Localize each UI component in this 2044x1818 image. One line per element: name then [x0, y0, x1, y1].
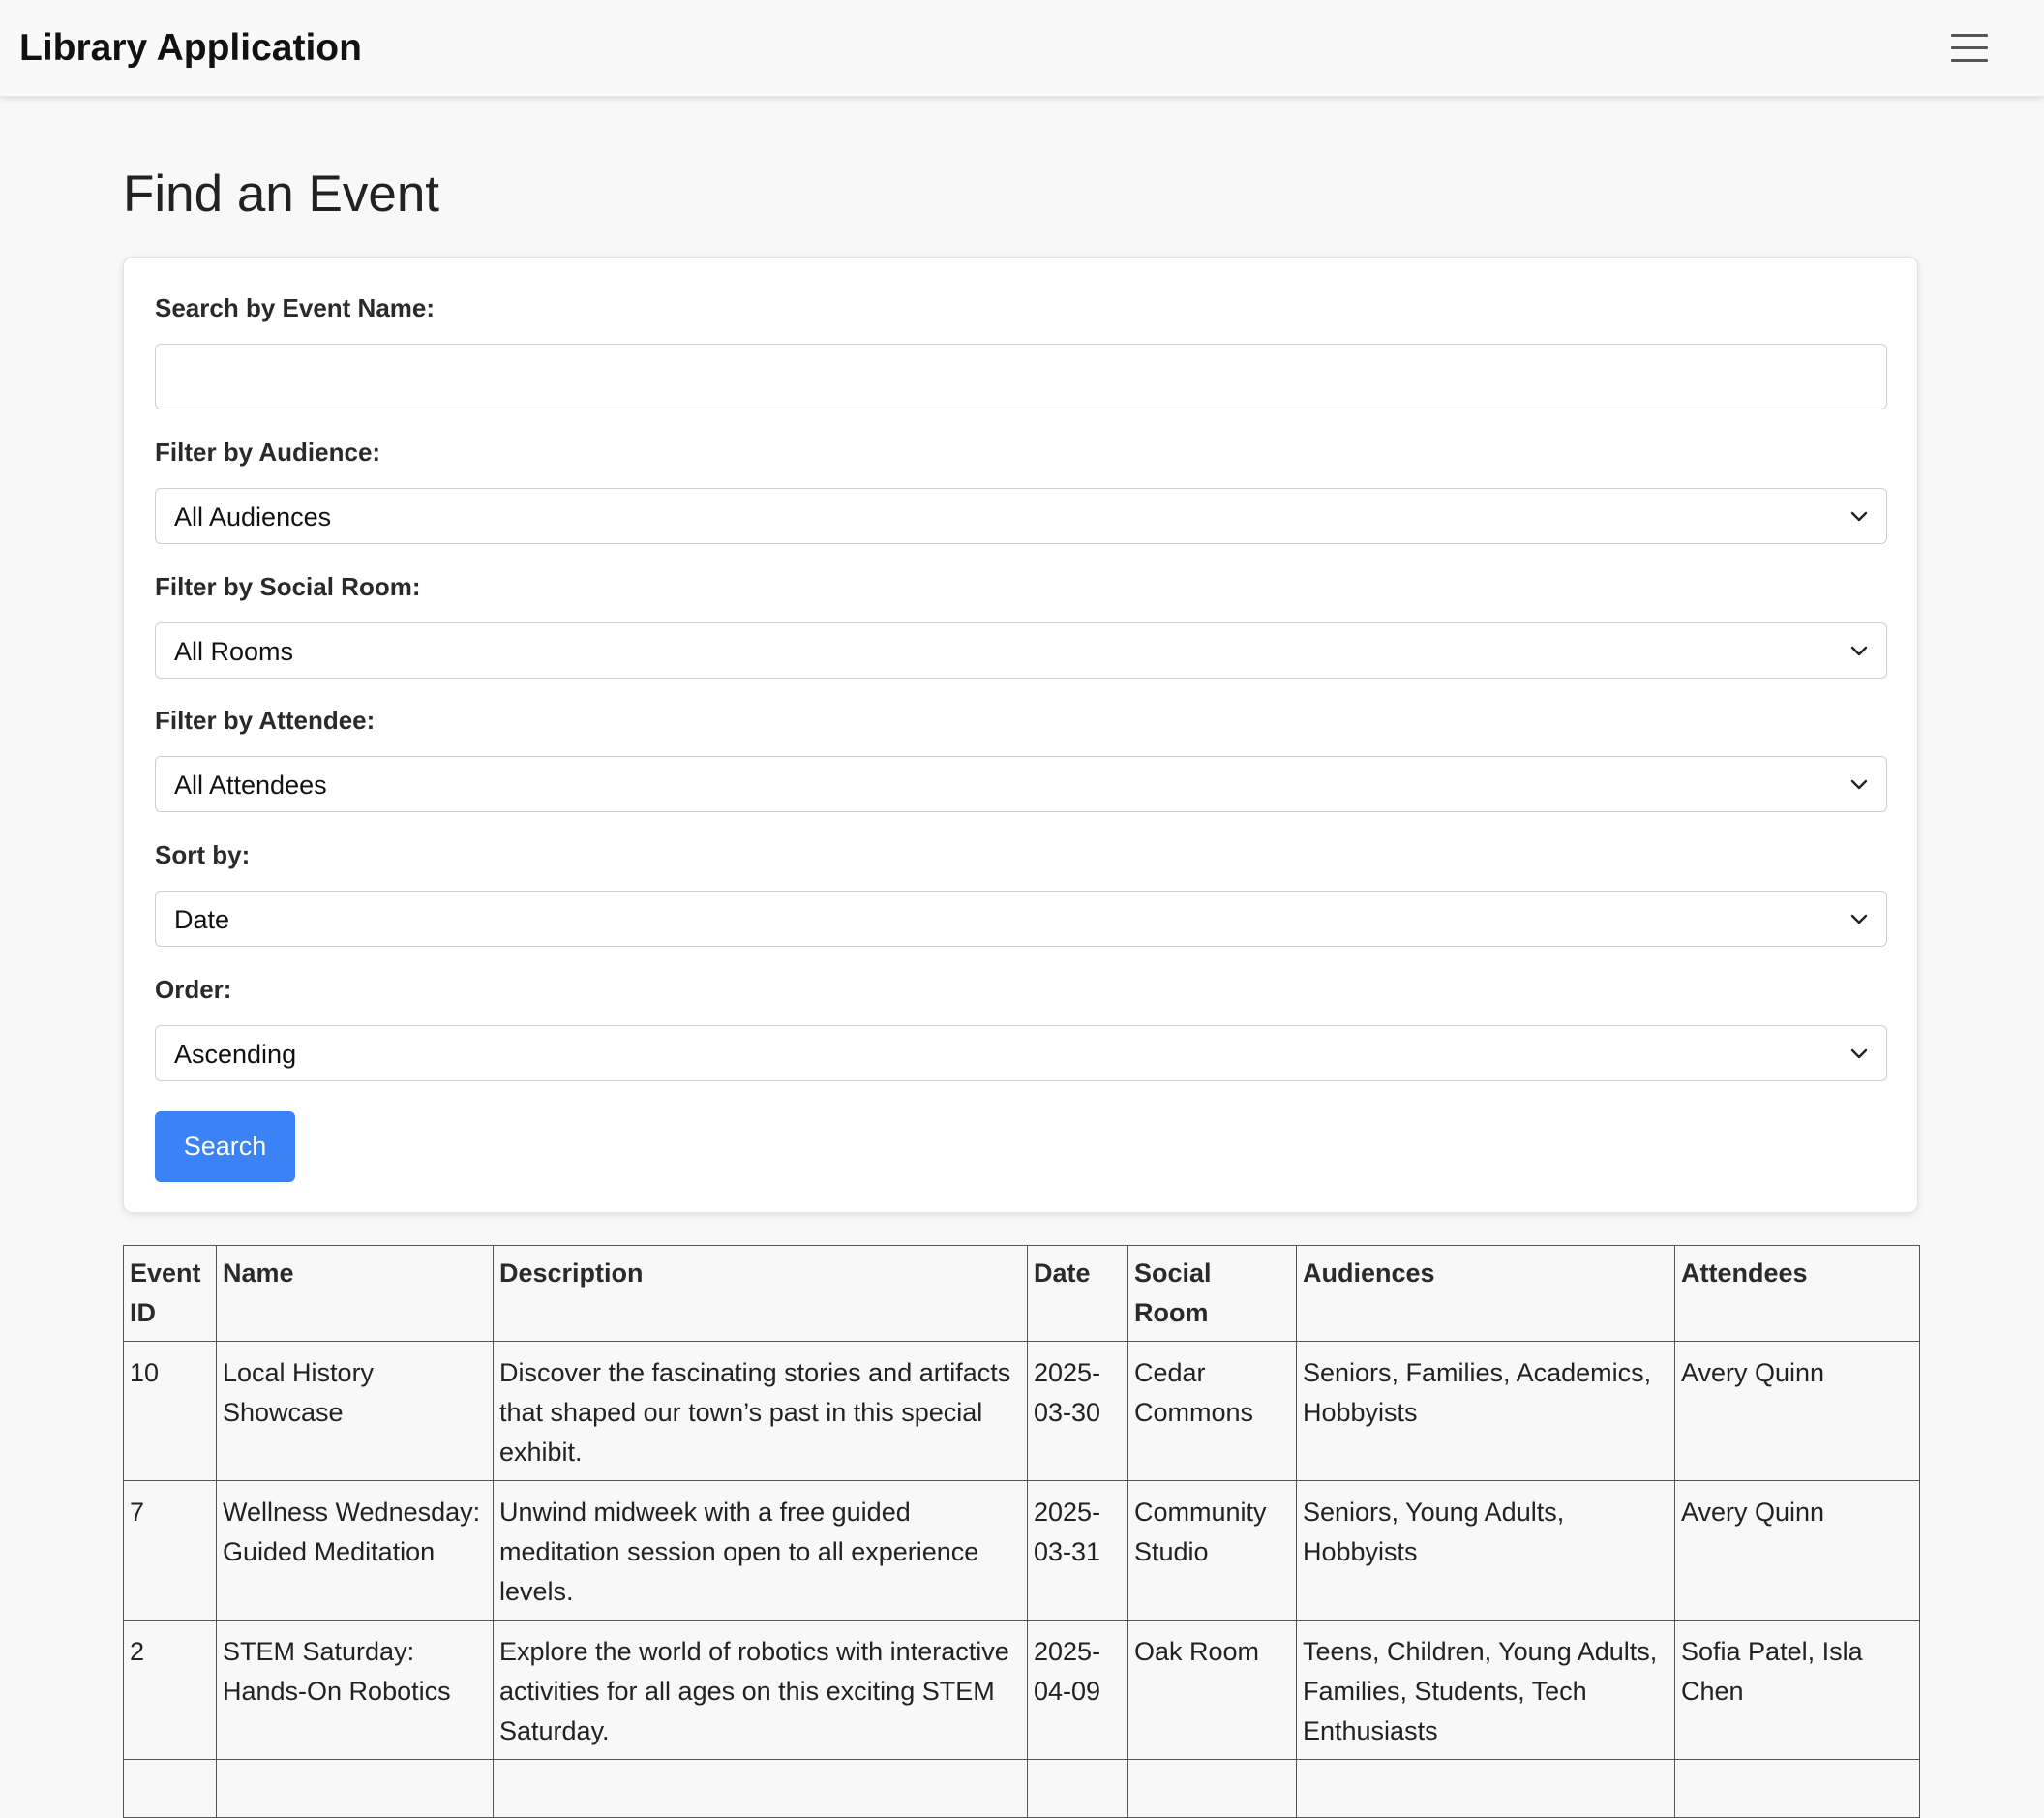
sort-by-select-value: Date [174, 905, 230, 934]
cell-event-id: 2 [123, 1620, 217, 1760]
cell-date: 2025-04-09 [1027, 1620, 1128, 1760]
cell-name: STEM Saturday: Hands-On Robotics [216, 1620, 494, 1760]
audience-select-value: All Audiences [174, 502, 332, 531]
attendee-select[interactable]: All Attendees [155, 756, 1887, 812]
cell-description: Explore the world of robotics with inter… [493, 1620, 1028, 1760]
cell-attendees: Sofia Patel, Isla Chen [1674, 1620, 1920, 1760]
table-row: 2 STEM Saturday: Hands-On Robotics Explo… [123, 1620, 1920, 1760]
cell-description [493, 1759, 1028, 1818]
table-header-row: Event ID Name Description Date Social Ro… [123, 1245, 1920, 1342]
cell-attendees: Avery Quinn [1674, 1341, 1920, 1481]
events-table: Event ID Name Description Date Social Ro… [123, 1245, 1920, 1818]
social-room-select[interactable]: All Rooms [155, 622, 1887, 679]
search-button[interactable]: Search [155, 1111, 295, 1182]
cell-audiences: Seniors, Young Adults, Hobbyists [1296, 1480, 1675, 1621]
column-header-social-room: Social Room [1127, 1245, 1297, 1342]
cell-social-room [1127, 1759, 1297, 1818]
column-header-name: Name [216, 1245, 494, 1342]
cell-attendees: Avery Quinn [1674, 1480, 1920, 1621]
order-select[interactable]: Ascending [155, 1025, 1887, 1081]
column-header-description: Description [493, 1245, 1028, 1342]
attendee-select-value: All Attendees [174, 771, 327, 800]
cell-social-room: Oak Room [1127, 1620, 1297, 1760]
chevron-down-icon [1850, 914, 1868, 924]
cell-audiences [1296, 1759, 1675, 1818]
chevron-down-icon [1850, 1048, 1868, 1059]
column-header-attendees: Attendees [1674, 1245, 1920, 1342]
cell-audiences: Teens, Children, Young Adults, Families,… [1296, 1620, 1675, 1760]
cell-name [216, 1759, 494, 1818]
cell-date: 2025-03-31 [1027, 1480, 1128, 1621]
sort-label: Sort by: [155, 840, 251, 869]
cell-audiences: Seniors, Families, Academics, Hobbyists [1296, 1341, 1675, 1481]
cell-event-id [123, 1759, 217, 1818]
order-label: Order: [155, 975, 232, 1004]
audience-select[interactable]: All Audiences [155, 488, 1887, 544]
column-header-date: Date [1027, 1245, 1128, 1342]
search-form-card: Search by Event Name: Filter by Audience… [123, 257, 1918, 1213]
cell-event-id: 10 [123, 1341, 217, 1481]
column-header-audiences: Audiences [1296, 1245, 1675, 1342]
table-row: 10 Local History Showcase Discover the f… [123, 1341, 1920, 1481]
attendee-label: Filter by Attendee: [155, 706, 376, 735]
menu-bar [1951, 34, 1988, 37]
menu-bar [1951, 46, 1988, 49]
cell-date [1027, 1759, 1128, 1818]
cell-event-id: 7 [123, 1480, 217, 1621]
sort-by-select[interactable]: Date [155, 891, 1887, 947]
page-title: Find an Event [123, 166, 440, 223]
cell-attendees [1674, 1759, 1920, 1818]
hamburger-menu-icon[interactable] [1943, 29, 1998, 68]
chevron-down-icon [1850, 779, 1868, 790]
cell-name: Local History Showcase [216, 1341, 494, 1481]
cell-description: Unwind midweek with a free guided medita… [493, 1480, 1028, 1621]
room-label: Filter by Social Room: [155, 572, 421, 601]
menu-bar [1951, 59, 1988, 62]
cell-description: Discover the fascinating stories and art… [493, 1341, 1028, 1481]
order-select-value: Ascending [174, 1040, 297, 1069]
cell-social-room: Community Studio [1127, 1480, 1297, 1621]
event-name-search-input[interactable] [155, 344, 1887, 409]
cell-social-room: Cedar Commons [1127, 1341, 1297, 1481]
column-header-event-id: Event ID [123, 1245, 217, 1342]
table-row [123, 1759, 1920, 1818]
table-row: 7 Wellness Wednesday: Guided Meditation … [123, 1480, 1920, 1621]
app-title[interactable]: Library Application [19, 25, 362, 72]
search-label: Search by Event Name: [155, 293, 436, 322]
chevron-down-icon [1850, 646, 1868, 656]
navbar: Library Application [0, 0, 2044, 97]
cell-date: 2025-03-30 [1027, 1341, 1128, 1481]
cell-name: Wellness Wednesday: Guided Meditation [216, 1480, 494, 1621]
chevron-down-icon [1850, 511, 1868, 522]
audience-label: Filter by Audience: [155, 438, 381, 467]
social-room-select-value: All Rooms [174, 637, 294, 666]
